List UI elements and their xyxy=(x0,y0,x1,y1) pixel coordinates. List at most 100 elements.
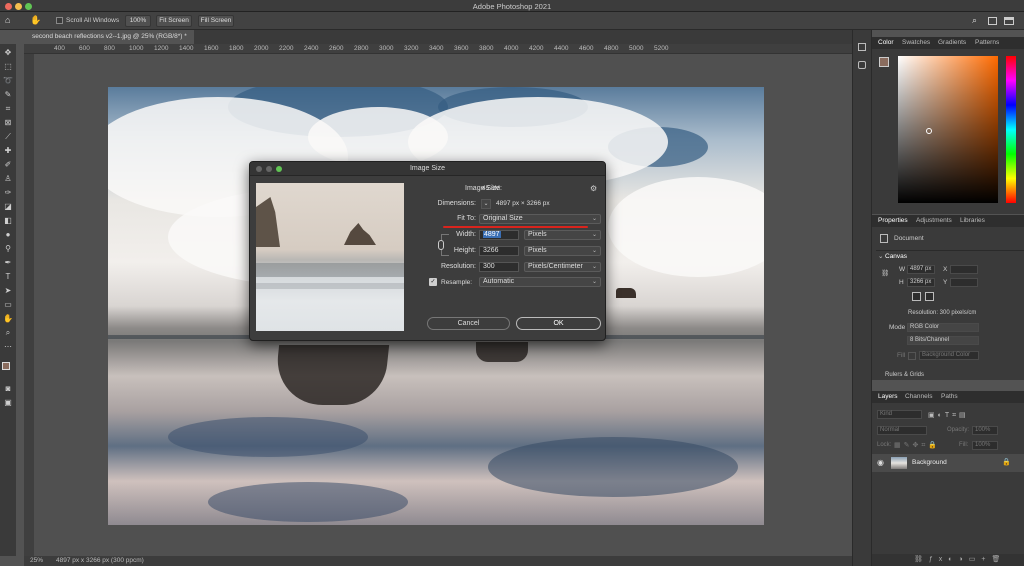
zoom-100-button[interactable]: 100% xyxy=(125,15,151,27)
dialog-zoom-button[interactable] xyxy=(276,166,282,172)
history-panel-icon[interactable] xyxy=(858,43,866,51)
link-chain-icon[interactable]: ⛓ xyxy=(881,269,889,277)
zoom-level[interactable]: 25% xyxy=(30,557,43,564)
tab-gradients[interactable]: Gradients xyxy=(938,39,966,46)
tab-layers[interactable]: Layers xyxy=(878,393,898,400)
tab-libraries[interactable]: Libraries xyxy=(960,217,985,224)
tab-patterns[interactable]: Patterns xyxy=(975,39,999,46)
tab-swatches[interactable]: Swatches xyxy=(902,39,930,46)
dialog-close-button[interactable] xyxy=(256,166,262,172)
eraser-tool-icon[interactable]: ◪ xyxy=(3,202,13,212)
bits-dropdown[interactable]: 8 Bits/Channel xyxy=(907,336,979,345)
gradient-tool-icon[interactable]: ◧ xyxy=(3,216,13,226)
history-brush-tool-icon[interactable]: ✑ xyxy=(3,188,13,198)
more-tools-icon[interactable]: ⋯ xyxy=(3,342,13,352)
workspace-icon[interactable] xyxy=(1004,17,1014,25)
ruler-mark: 5200 xyxy=(654,45,669,52)
mode-dropdown[interactable]: RGB Color xyxy=(907,323,979,332)
screen-mode-icon[interactable]: ▣ xyxy=(3,398,13,408)
frame-tool-icon[interactable]: ⊠ xyxy=(3,118,13,128)
dodge-tool-icon[interactable]: ⚲ xyxy=(3,244,13,254)
layer-name: Background xyxy=(912,459,947,466)
tab-paths[interactable]: Paths xyxy=(941,393,958,400)
height-unit-dropdown[interactable]: Pixels ⌄ xyxy=(524,246,601,256)
tab-adjustments[interactable]: Adjustments xyxy=(916,217,952,224)
opacity-field[interactable]: 100% xyxy=(972,426,998,435)
document-tab[interactable]: second beach reflections v2--1.jpg @ 25%… xyxy=(24,30,194,44)
tab-channels[interactable]: Channels xyxy=(905,393,932,400)
brush-tool-icon[interactable]: ✐ xyxy=(3,160,13,170)
arrange-documents-icon[interactable] xyxy=(988,17,997,25)
path-selection-tool-icon[interactable]: ➤ xyxy=(3,286,13,296)
quick-select-tool-icon[interactable]: ✎ xyxy=(3,90,13,100)
hue-slider[interactable] xyxy=(1006,56,1016,203)
color-picker-cursor[interactable] xyxy=(926,128,932,134)
foreground-color-swatch[interactable] xyxy=(2,362,10,370)
document-info[interactable]: 4897 px x 3266 px (300 ppcm) xyxy=(56,557,144,564)
scroll-all-windows-checkbox[interactable] xyxy=(56,17,63,24)
layer-filter-icons[interactable]: ▣◐T⌗▤ xyxy=(928,411,1008,419)
marquee-tool-icon[interactable]: ⬚ xyxy=(3,62,13,72)
cancel-button[interactable]: Cancel xyxy=(427,317,510,330)
layer-fill-field[interactable]: 100% xyxy=(972,441,998,450)
resolution-field[interactable]: 300 xyxy=(479,262,519,272)
height-field[interactable]: 3266 xyxy=(479,246,519,256)
horizontal-ruler: 400 600 800 1000 1200 1400 1600 1800 2000 2200 240… xyxy=(24,44,852,54)
image-preview[interactable] xyxy=(256,183,404,331)
canvas-height-field[interactable]: 3266 px xyxy=(907,278,935,287)
visibility-eye-icon[interactable]: ◉ xyxy=(877,458,884,467)
fill-dropdown[interactable]: Background Color xyxy=(919,351,979,360)
blur-tool-icon[interactable]: ● xyxy=(3,230,13,240)
landscape-orientation-icon[interactable] xyxy=(925,292,934,301)
crop-tool-icon[interactable]: ⌗ xyxy=(3,104,13,114)
blend-mode-dropdown[interactable]: Normal xyxy=(877,426,927,435)
fit-screen-button[interactable]: Fit Screen xyxy=(156,15,192,27)
type-tool-icon[interactable]: T xyxy=(3,272,13,282)
resolution-value: 300 xyxy=(483,263,495,270)
lock-icons[interactable]: ▦✎✥⌗🔒 xyxy=(894,441,940,450)
zoom-tool-icon[interactable]: ⌕ xyxy=(3,328,13,338)
layers-footer-icons[interactable]: ⛓ƒx◐◑▭+🗑 xyxy=(872,554,1024,566)
layer-row-background[interactable]: ◉ Background 🔒 xyxy=(872,454,1024,472)
dimensions-unit-dropdown[interactable]: ⌄ xyxy=(481,199,491,209)
canvas-width-field[interactable]: 4897 px xyxy=(907,265,935,274)
resample-dropdown[interactable]: Automatic ⌄ xyxy=(479,277,601,287)
move-tool-icon[interactable]: ✥ xyxy=(3,48,13,58)
home-icon[interactable]: ⌂ xyxy=(5,15,17,27)
canvas-section-chevron[interactable]: ⌄ xyxy=(878,252,883,260)
image-size-dialog: Image Size Image Size: 45.8M ⚙ Dimension… xyxy=(249,161,606,341)
width-field[interactable]: 4897 xyxy=(479,230,519,240)
resample-checkbox[interactable]: ✓ xyxy=(429,278,437,286)
canvas-x-field[interactable] xyxy=(950,265,978,274)
shape-tool-icon[interactable]: ▭ xyxy=(3,300,13,310)
fill-color-chip[interactable] xyxy=(908,352,916,360)
eyedropper-tool-icon[interactable]: ⟋ xyxy=(3,132,13,142)
chevron-down-icon: ⌄ xyxy=(591,248,597,254)
search-icon[interactable]: ⌕ xyxy=(972,15,977,26)
clone-stamp-tool-icon[interactable]: ♙ xyxy=(3,174,13,184)
rulers-grids-label[interactable]: Rulers & Grids xyxy=(885,372,924,378)
layer-kind-filter[interactable]: Kind xyxy=(877,410,922,419)
fill-screen-button[interactable]: Fill Screen xyxy=(198,15,234,27)
quick-mask-icon[interactable]: ◙ xyxy=(3,384,13,394)
tab-color[interactable]: Color xyxy=(878,39,894,46)
color-field[interactable] xyxy=(898,56,998,203)
actions-panel-icon[interactable] xyxy=(858,61,866,69)
dialog-title: Image Size xyxy=(250,162,605,176)
fit-to-value: Original Size xyxy=(483,215,523,222)
lasso-tool-icon[interactable]: ➰ xyxy=(3,76,13,86)
healing-brush-tool-icon[interactable]: ✚ xyxy=(3,146,13,156)
pen-tool-icon[interactable]: ✒ xyxy=(3,258,13,268)
canvas-y-field[interactable] xyxy=(950,278,978,287)
lock-icon[interactable]: 🔒 xyxy=(1002,458,1011,466)
hand-tool-icon-left[interactable]: ✋ xyxy=(3,314,13,324)
portrait-orientation-icon[interactable] xyxy=(912,292,921,301)
resolution-unit-dropdown[interactable]: Pixels/Centimeter ⌄ xyxy=(524,262,601,272)
fit-to-dropdown[interactable]: Original Size ⌄ xyxy=(479,214,601,224)
hand-tool-icon[interactable]: ✋ xyxy=(30,15,44,27)
width-unit-dropdown[interactable]: Pixels ⌄ xyxy=(524,230,601,240)
ok-button[interactable]: OK xyxy=(516,317,601,330)
foreground-color-chip[interactable] xyxy=(879,57,889,67)
gear-icon[interactable]: ⚙ xyxy=(590,184,597,193)
tab-properties[interactable]: Properties xyxy=(878,217,908,224)
